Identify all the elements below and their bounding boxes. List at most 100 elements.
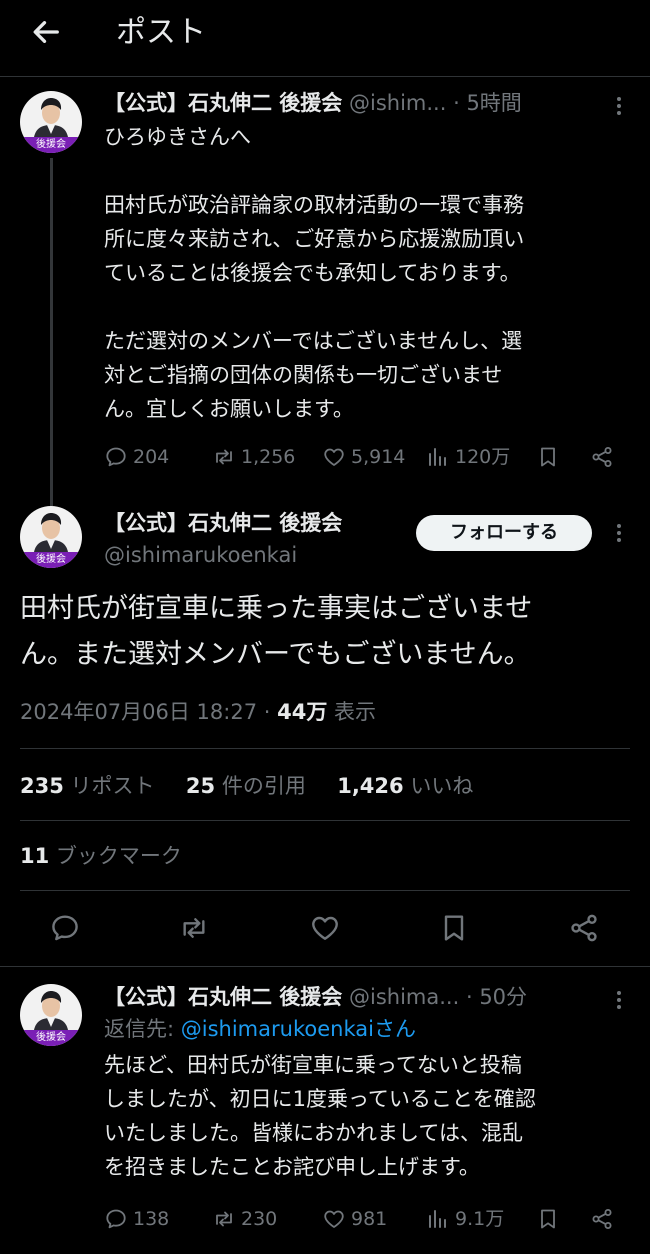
bookmark-icon	[536, 445, 560, 469]
repost-icon	[212, 1207, 236, 1231]
reply-icon	[104, 445, 128, 469]
more-button[interactable]	[608, 518, 630, 548]
user-handle[interactable]: @ishim...	[349, 91, 446, 115]
main-tweet-text: 田村氏が街宣車に乗った事実はございませ ん。また選対メンバーでもございません。	[20, 593, 533, 670]
timestamp[interactable]: · 50分	[466, 985, 527, 1009]
bookmark-button[interactable]	[438, 912, 470, 944]
display-name[interactable]: 【公式】石丸伸二 後援会	[104, 511, 342, 535]
repost-icon	[178, 912, 210, 944]
share-icon	[568, 912, 600, 944]
engagement-stats: 235 リポスト 25 件の引用 1,426 いいね	[20, 770, 473, 802]
quote-stat[interactable]: 25 件の引用	[186, 774, 306, 798]
avatar-badge-text: 後援会	[36, 1032, 66, 1043]
share-button[interactable]	[590, 1204, 614, 1234]
tweet-actions: 204 1,256 5,914 120万	[104, 442, 624, 472]
bookmark-icon	[438, 912, 470, 944]
share-icon	[590, 445, 614, 469]
divider	[20, 748, 630, 749]
bookmark-count: 11	[20, 844, 50, 868]
tweet-text: 先ほど、田村氏が街宣車に乗ってないと投稿 しましたが、初日に1度乗っていることを…	[104, 1053, 536, 1179]
view-count: 120万	[455, 446, 511, 468]
follow-button[interactable]: フォローする	[416, 515, 592, 551]
like-count: 1,426	[337, 774, 404, 798]
views-icon	[426, 1207, 450, 1231]
reply-to-handle[interactable]: @ishimarukoenkaiさん	[181, 1017, 416, 1041]
reply-button[interactable]	[49, 912, 81, 944]
like-stat[interactable]: 1,426 いいね	[337, 774, 473, 798]
repost-count: 1,256	[241, 446, 296, 468]
bookmark-button[interactable]	[536, 1204, 560, 1234]
page-title: ポスト	[116, 15, 206, 50]
like-button[interactable]: 5,914	[322, 442, 405, 472]
more-vertical-icon	[616, 988, 622, 1012]
thread-line	[50, 158, 53, 506]
bookmark-stat[interactable]: 11 ブックマーク	[20, 840, 182, 872]
reply-to-label: 返信先:	[104, 1017, 181, 1041]
share-button[interactable]	[590, 442, 614, 472]
bookmark-icon	[536, 1207, 560, 1231]
tweet-header: 【公式】石丸伸二 後援会	[104, 508, 342, 538]
tweet-header: 【公式】石丸伸二 後援会 @ishim... · 5時間	[104, 88, 522, 118]
tweet-meta: 2024年07月06日 18:27 · 44万 表示	[20, 696, 376, 728]
back-button[interactable]	[28, 14, 64, 50]
like-count: 5,914	[351, 446, 406, 468]
arrow-left-icon	[33, 21, 59, 43]
views-button[interactable]: 9.1万	[426, 1204, 504, 1234]
tweet-actions: 138 230 981 9.1万	[104, 1204, 624, 1234]
more-button[interactable]	[608, 985, 630, 1015]
views-button[interactable]: 120万	[426, 442, 510, 472]
more-button[interactable]	[608, 91, 630, 121]
user-handle[interactable]: @ishima...	[349, 985, 459, 1009]
post-datetime[interactable]: 2024年07月06日 18:27 ·	[20, 700, 277, 724]
handle-row: @ishimarukoenkai	[104, 540, 297, 570]
like-label: いいね	[403, 774, 474, 798]
quote-label: 件の引用	[215, 774, 306, 798]
display-name[interactable]: 【公式】石丸伸二 後援会	[104, 985, 342, 1009]
reply-count: 138	[133, 1208, 170, 1230]
reply-to-line: 返信先: @ishimarukoenkaiさん	[104, 1014, 416, 1044]
repost-button[interactable]: 230	[212, 1204, 277, 1234]
bookmark-button[interactable]	[536, 442, 560, 472]
bookmark-label: ブックマーク	[49, 844, 182, 868]
tweet-text: ひろゆきさんへ 田村氏が政治評論家の取材活動の一環で事務 所に度々来訪され、ご好…	[104, 125, 525, 421]
share-button[interactable]	[568, 912, 600, 944]
quote-count: 25	[185, 774, 216, 798]
tweet-header: 【公式】石丸伸二 後援会 @ishima... · 50分	[104, 982, 527, 1012]
repost-label: リポスト	[63, 774, 155, 798]
like-button[interactable]: 981	[322, 1204, 387, 1234]
avatar[interactable]: 後援会	[20, 91, 82, 153]
avatar-badge-text: 後援会	[36, 139, 66, 150]
divider	[0, 76, 650, 77]
reply-icon	[104, 1207, 128, 1231]
views-icon	[426, 445, 450, 469]
view-label: 表示	[327, 700, 377, 724]
avatar-badge-text: 後援会	[36, 554, 66, 565]
timestamp[interactable]: · 5時間	[453, 91, 522, 115]
reply-count: 204	[133, 446, 170, 468]
divider	[20, 820, 630, 821]
like-button[interactable]	[309, 912, 341, 944]
heart-icon	[309, 912, 341, 944]
more-vertical-icon	[616, 94, 622, 118]
reply-icon	[49, 912, 81, 944]
top-bar: ポスト	[0, 0, 650, 76]
repost-button[interactable]: 1,256	[212, 442, 295, 472]
user-handle[interactable]: @ishimarukoenkai	[104, 543, 297, 567]
more-vertical-icon	[616, 521, 622, 545]
avatar[interactable]: 後援会	[20, 506, 82, 568]
repost-button[interactable]	[178, 912, 210, 944]
view-count: 44万	[277, 700, 328, 724]
repost-count: 235	[20, 774, 64, 798]
display-name[interactable]: 【公式】石丸伸二 後援会	[104, 91, 342, 115]
divider	[20, 890, 630, 891]
repost-stat[interactable]: 235 リポスト	[20, 774, 155, 798]
heart-icon	[322, 445, 346, 469]
reply-button[interactable]: 138	[104, 1204, 169, 1234]
avatar[interactable]: 後援会	[20, 984, 82, 1046]
share-icon	[590, 1207, 614, 1231]
heart-icon	[322, 1207, 346, 1231]
divider	[0, 966, 650, 967]
reply-button[interactable]: 204	[104, 442, 169, 472]
repost-count: 230	[241, 1208, 278, 1230]
repost-icon	[212, 445, 236, 469]
